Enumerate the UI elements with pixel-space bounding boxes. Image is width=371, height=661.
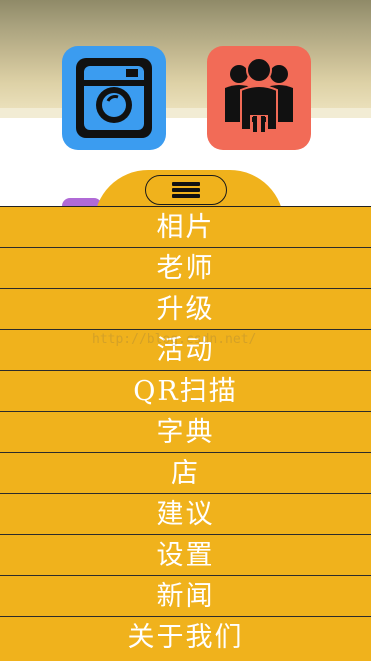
menu-item-teachers[interactable]: 老师 [0, 248, 371, 289]
menu-item-activities[interactable]: 活动 [0, 330, 371, 371]
top-background [0, 0, 371, 118]
menu-item-settings[interactable]: 设置 [0, 535, 371, 576]
menu-item-suggestions[interactable]: 建议 [0, 494, 371, 535]
app-screen: 相片 老师 升级 活动 QR扫描 字典 店 建议 设置 新闻 关于我们 http… [0, 0, 371, 661]
menu-item-about-us[interactable]: 关于我们 [0, 617, 371, 658]
slide-menu: 相片 老师 升级 活动 QR扫描 字典 店 建议 设置 新闻 关于我们 [0, 206, 371, 661]
menu-item-dictionary[interactable]: 字典 [0, 412, 371, 453]
menu-item-photos[interactable]: 相片 [0, 207, 371, 248]
menu-toggle-button[interactable] [145, 175, 227, 205]
menu-item-qr-scan[interactable]: QR扫描 [0, 371, 371, 412]
camera-icon [76, 58, 152, 138]
camera-app-button[interactable] [62, 46, 166, 150]
menu-item-upgrade[interactable]: 升级 [0, 289, 371, 330]
people-icon [225, 57, 293, 132]
menu-item-store[interactable]: 店 [0, 453, 371, 494]
people-app-button[interactable] [207, 46, 311, 150]
menu-item-news[interactable]: 新闻 [0, 576, 371, 617]
